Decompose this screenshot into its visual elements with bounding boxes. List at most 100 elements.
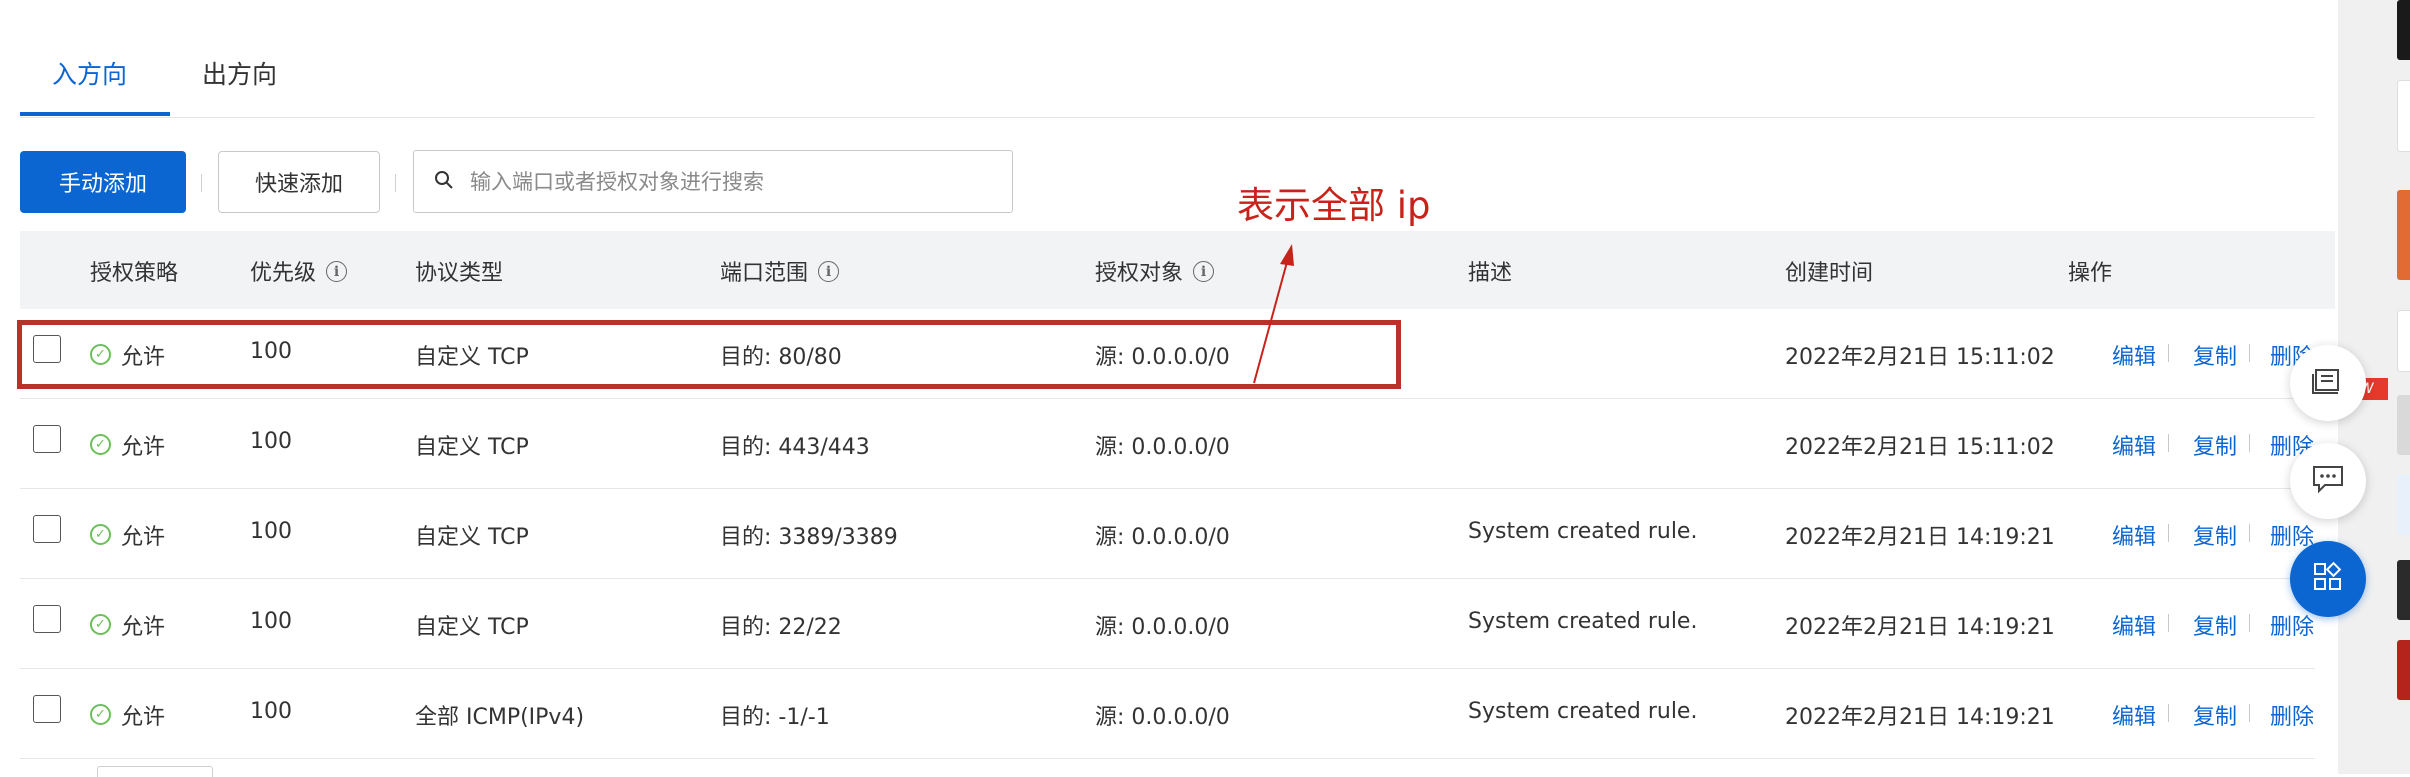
header-port-range-label: 端口范围 <box>720 261 809 286</box>
header-port-range: 端口范围 i <box>720 255 840 287</box>
delete-link[interactable]: 删除 <box>2270 699 2314 731</box>
edit-link[interactable]: 编辑 <box>2112 609 2156 641</box>
action-separator <box>2249 434 2250 452</box>
action-separator <box>2168 434 2169 452</box>
strip-app-tile <box>2397 0 2410 60</box>
row-created: 2022年2月21日 15:11:02 <box>1785 345 2055 370</box>
tab-active-underline <box>20 112 170 116</box>
apps-grid-icon <box>2311 560 2345 598</box>
search-input[interactable] <box>468 168 992 195</box>
row-created: 2022年2月21日 15:11:02 <box>1785 435 2055 460</box>
delete-link[interactable]: 删除 <box>2270 609 2314 641</box>
strip-app-tile <box>2397 190 2410 280</box>
row-policy: 允许 <box>121 525 166 550</box>
edit-link[interactable]: 编辑 <box>2112 519 2156 551</box>
direction-tabs: 入方向 出方向 <box>20 0 2315 118</box>
docs-float-button[interactable] <box>2290 345 2366 421</box>
header-priority: 优先级 i <box>250 255 348 287</box>
action-separator <box>2168 704 2169 722</box>
copy-link[interactable]: 复制 <box>2193 519 2237 551</box>
row-protocol: 自定义 TCP <box>415 435 529 460</box>
strip-app-tile <box>2397 640 2410 700</box>
edit-link[interactable]: 编辑 <box>2112 699 2156 731</box>
row-description: System created rule. <box>1468 699 1698 724</box>
table-row: ✓ 允许 100 自定义 TCP 目的: 22/22 源: 0.0.0.0/0 … <box>20 578 2315 669</box>
row-checkbox[interactable] <box>33 605 61 633</box>
copy-link[interactable]: 复制 <box>2193 699 2237 731</box>
info-icon[interactable]: i <box>1193 260 1215 282</box>
header-actions: 操作 <box>2068 255 2112 287</box>
row-port: 目的: 443/443 <box>720 435 870 460</box>
header-created: 创建时间 <box>1785 255 1873 287</box>
row-created: 2022年2月21日 14:19:21 <box>1785 705 2055 730</box>
row-protocol: 自定义 TCP <box>415 615 529 640</box>
check-circle-icon: ✓ <box>90 614 111 635</box>
row-port: 目的: -1/-1 <box>720 705 830 730</box>
quick-add-button[interactable]: 快速添加 <box>218 151 380 213</box>
row-created: 2022年2月21日 14:19:21 <box>1785 615 2055 640</box>
header-priority-label: 优先级 <box>250 261 317 286</box>
info-icon[interactable]: i <box>326 260 348 282</box>
search-icon <box>434 170 454 194</box>
row-description: System created rule. <box>1468 519 1698 544</box>
tab-inbound[interactable]: 入方向 <box>52 55 127 91</box>
row-policy: 允许 <box>121 705 166 730</box>
row-protocol: 全部 ICMP(IPv4) <box>415 705 585 730</box>
row-policy: 允许 <box>121 615 166 640</box>
row-source: 源: 0.0.0.0/0 <box>1095 525 1230 550</box>
header-protocol: 协议类型 <box>415 255 503 287</box>
row-priority: 100 <box>250 429 292 454</box>
row-checkbox[interactable] <box>33 695 61 723</box>
action-separator <box>2249 524 2250 542</box>
manual-add-button[interactable]: 手动添加 <box>20 151 186 213</box>
header-auth-object: 授权对象 i <box>1095 255 1215 287</box>
copy-link[interactable]: 复制 <box>2193 429 2237 461</box>
row-priority: 100 <box>250 699 292 724</box>
row-created: 2022年2月21日 14:19:21 <box>1785 525 2055 550</box>
row-protocol: 自定义 TCP <box>415 525 529 550</box>
table-row: ✓ 允许 100 自定义 TCP 目的: 3389/3389 源: 0.0.0.… <box>20 488 2315 579</box>
edit-link[interactable]: 编辑 <box>2112 429 2156 461</box>
row-policy: 允许 <box>121 435 166 460</box>
toolbar-divider <box>395 174 396 192</box>
header-policy-label: 授权策略 <box>90 261 179 286</box>
annotation-highlight-box <box>17 320 1401 389</box>
strip-app-tile <box>2397 475 2410 535</box>
toolbar-divider <box>201 174 202 192</box>
apps-float-button[interactable] <box>2290 541 2366 617</box>
edit-link[interactable]: 编辑 <box>2112 339 2156 371</box>
action-separator <box>2168 344 2169 362</box>
strip-app-tile <box>2397 310 2410 372</box>
check-circle-icon: ✓ <box>90 524 111 545</box>
copy-link[interactable]: 复制 <box>2193 339 2237 371</box>
header-description: 描述 <box>1468 255 1512 287</box>
row-source: 源: 0.0.0.0/0 <box>1095 705 1230 730</box>
header-protocol-label: 协议类型 <box>415 261 504 286</box>
header-actions-label: 操作 <box>2068 261 2113 286</box>
table-row: ✓ 允许 100 全部 ICMP(IPv4) 目的: -1/-1 源: 0.0.… <box>20 668 2315 759</box>
action-separator <box>2249 614 2250 632</box>
action-separator <box>2168 524 2169 542</box>
action-separator <box>2249 344 2250 362</box>
header-auth-object-label: 授权对象 <box>1095 261 1184 286</box>
table-row: ✓ 允许 100 自定义 TCP 目的: 443/443 源: 0.0.0.0/… <box>20 398 2315 489</box>
row-port: 目的: 3389/3389 <box>720 525 898 550</box>
info-icon[interactable]: i <box>818 260 840 282</box>
row-source: 源: 0.0.0.0/0 <box>1095 435 1230 460</box>
strip-app-tile <box>2397 80 2410 152</box>
copy-link[interactable]: 复制 <box>2193 609 2237 641</box>
row-checkbox[interactable] <box>33 515 61 543</box>
row-checkbox[interactable] <box>33 425 61 453</box>
chat-float-button[interactable] <box>2290 443 2366 519</box>
header-created-label: 创建时间 <box>1785 261 1874 286</box>
row-description: System created rule. <box>1468 609 1698 634</box>
chat-icon <box>2311 464 2345 498</box>
header-policy: 授权策略 <box>90 255 178 287</box>
tab-outbound[interactable]: 出方向 <box>202 55 277 91</box>
check-circle-icon: ✓ <box>90 704 111 725</box>
action-separator <box>2249 704 2250 722</box>
header-description-label: 描述 <box>1468 261 1513 286</box>
row-port: 目的: 22/22 <box>720 615 842 640</box>
action-separator <box>2168 614 2169 632</box>
pagination-fragment[interactable] <box>97 766 213 777</box>
